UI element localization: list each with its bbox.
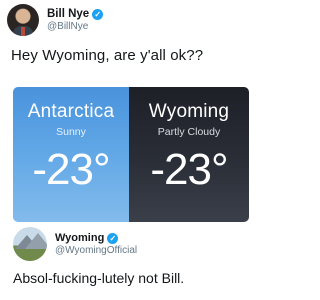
mountain-shape xyxy=(25,233,47,249)
verified-badge-icon: ✓ xyxy=(107,232,119,244)
tweet-header: Bill Nye ✓ @BillNye xyxy=(7,4,104,36)
weather-panel-antarctica: Antarctica Sunny -23° xyxy=(13,87,129,222)
author-display-name[interactable]: Bill Nye xyxy=(47,8,89,21)
author-handle[interactable]: @BillNye xyxy=(47,21,103,33)
name-row: Wyoming ✓ xyxy=(55,232,137,245)
weather-comparison-image[interactable]: Antarctica Sunny -23° Wyoming Partly Clo… xyxy=(13,87,249,222)
reply-author-names: Wyoming ✓ @WyomingOfficial xyxy=(55,232,137,256)
reply-display-name[interactable]: Wyoming xyxy=(55,232,104,245)
weather-temperature: -23° xyxy=(150,145,228,194)
weather-condition: Sunny xyxy=(56,126,86,138)
weather-city: Antarctica xyxy=(27,101,115,122)
tweet-screenshot: Bill Nye ✓ @BillNye Hey Wyoming, are y'a… xyxy=(0,0,264,300)
avatar-tie xyxy=(21,27,25,36)
weather-city: Wyoming xyxy=(148,101,230,122)
reply-handle[interactable]: @WyomingOfficial xyxy=(55,245,137,257)
name-row: Bill Nye ✓ xyxy=(47,8,104,21)
reply-header: Wyoming ✓ @WyomingOfficial xyxy=(13,227,137,261)
reply-text: Absol-fucking-lutely not Bill. xyxy=(13,270,185,286)
verified-badge-icon: ✓ xyxy=(92,8,104,20)
wyoming-mountain-avatar[interactable] xyxy=(13,227,47,261)
weather-temperature: -23° xyxy=(32,145,110,194)
weather-panel-wyoming: Wyoming Partly Cloudy -23° xyxy=(129,87,249,222)
bill-nye-avatar[interactable] xyxy=(7,4,39,36)
author-names: Bill Nye ✓ @BillNye xyxy=(47,8,104,33)
weather-condition: Partly Cloudy xyxy=(157,126,221,138)
tweet-text: Hey Wyoming, are y'all ok?? xyxy=(11,47,204,64)
